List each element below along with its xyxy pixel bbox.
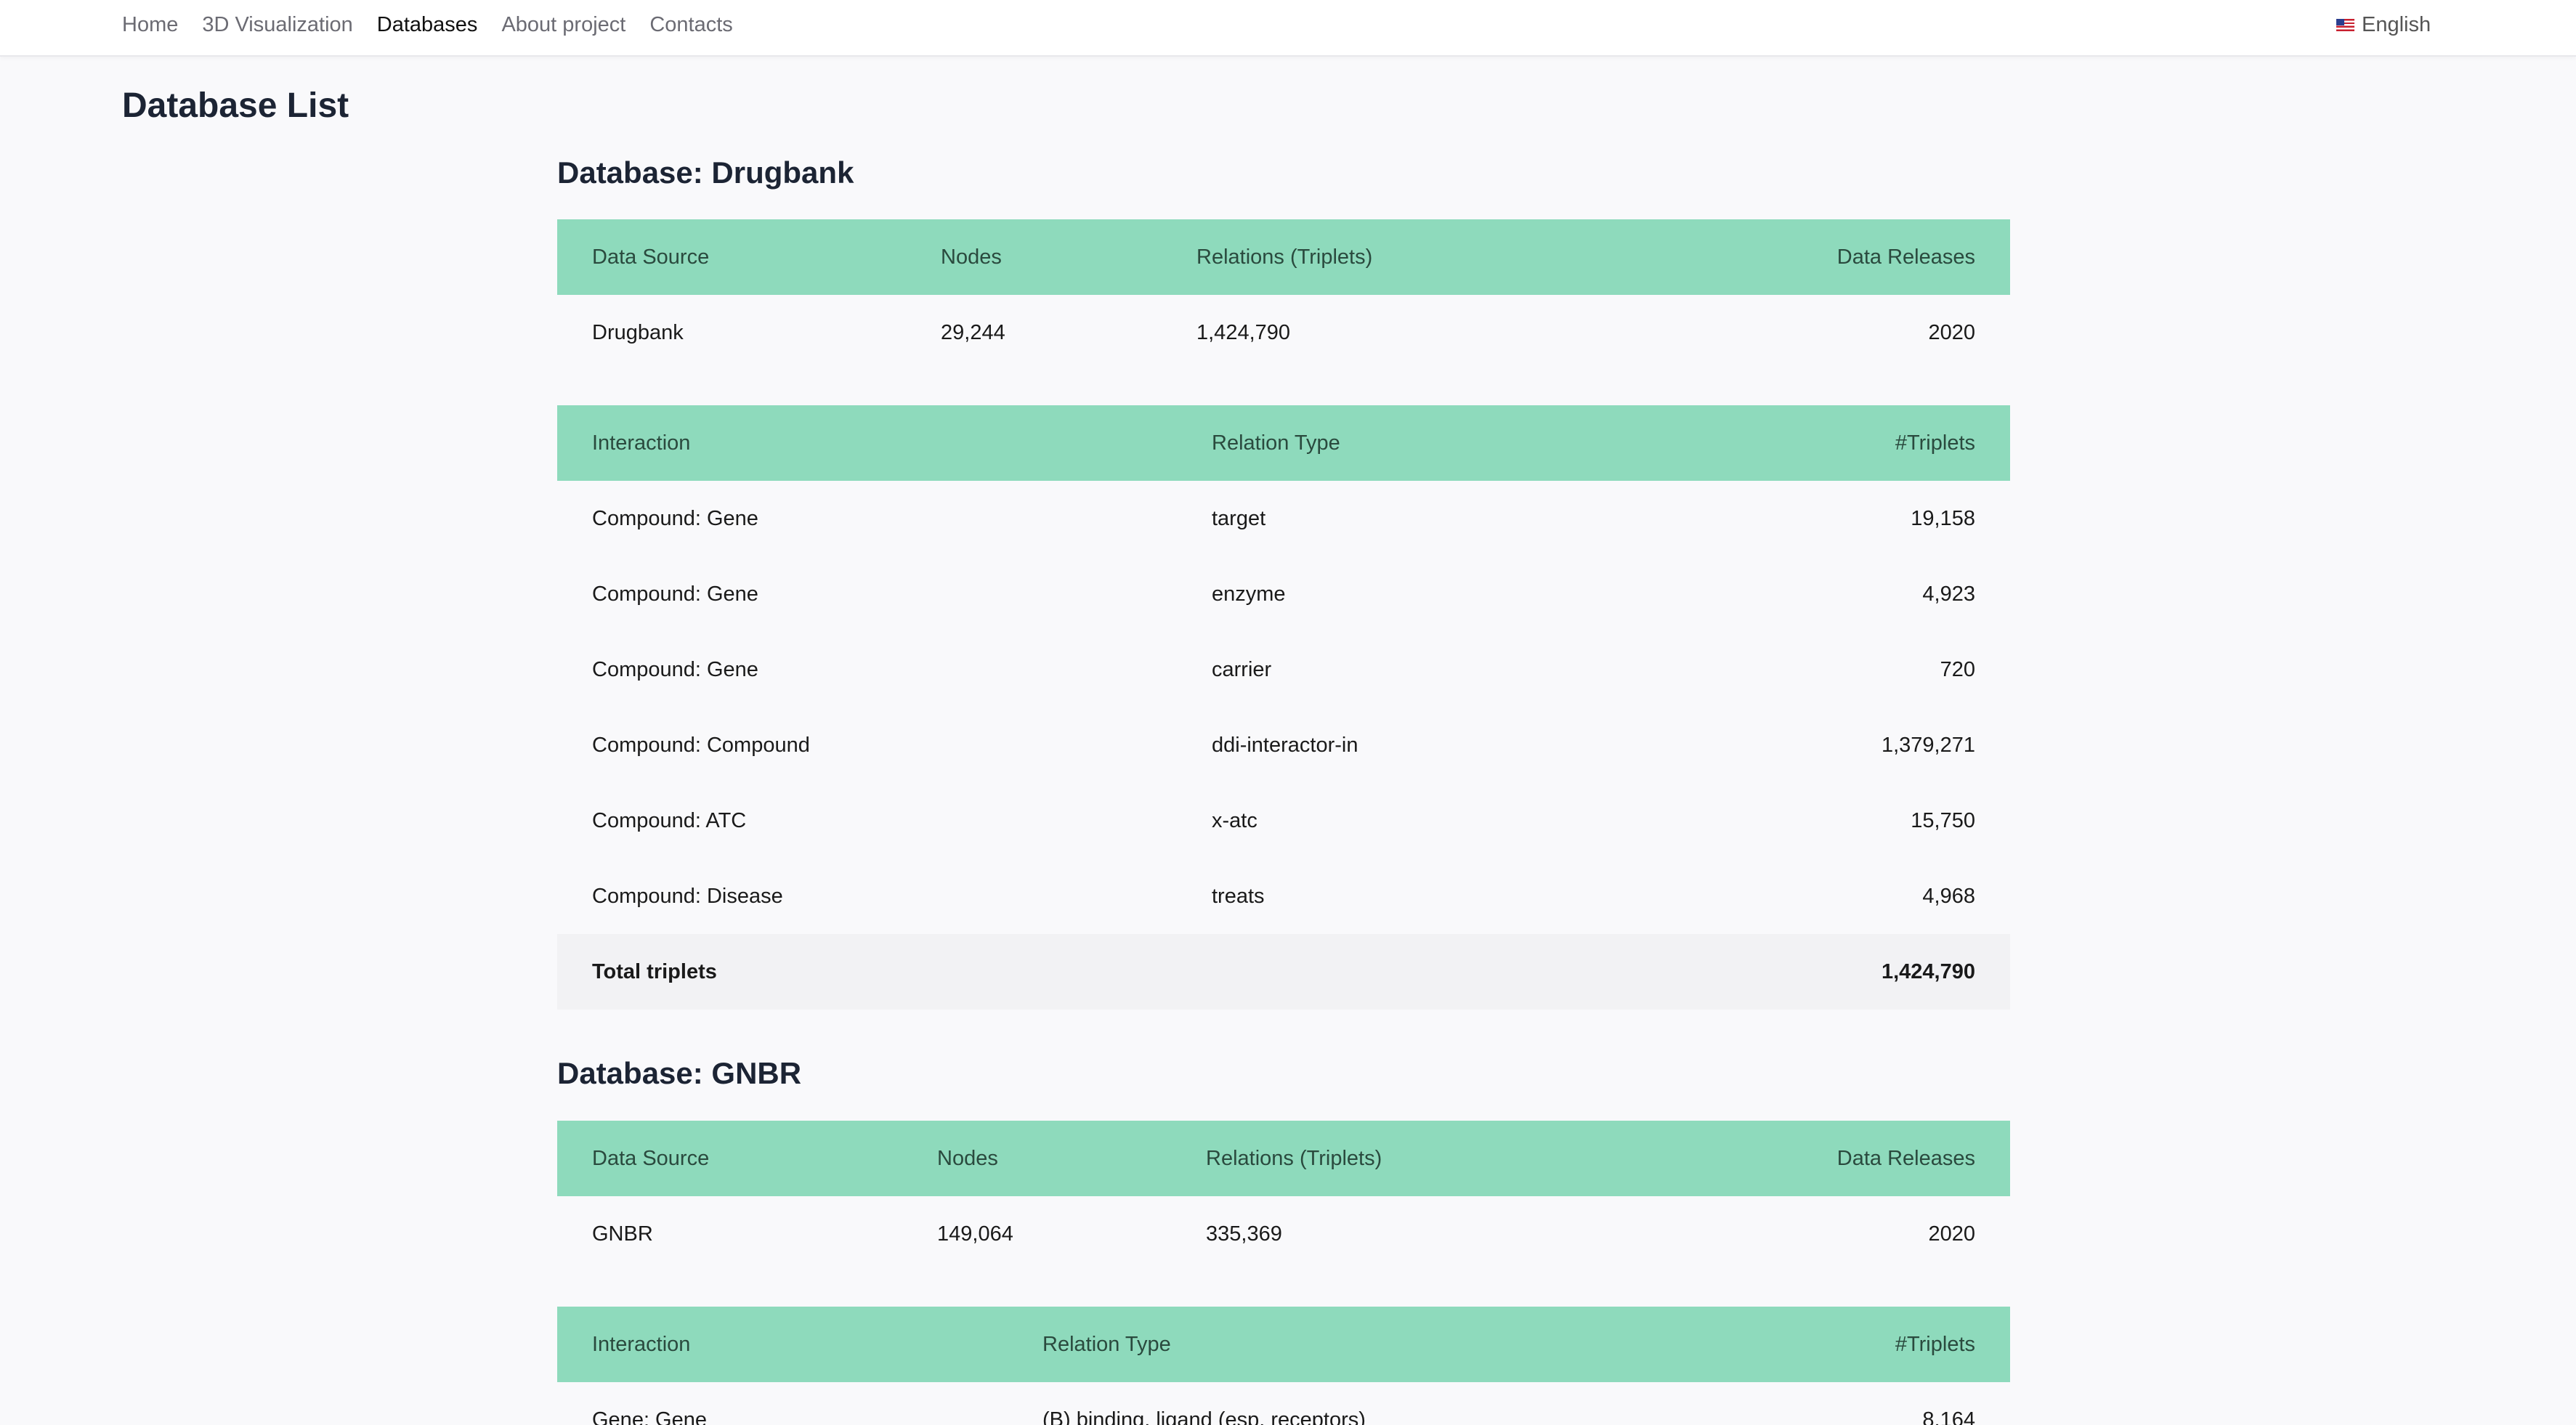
- table-cell: enzyme: [1212, 582, 1286, 606]
- nav-link-databases[interactable]: Databases: [377, 13, 478, 37]
- table-row: Compound: ATC x-atc 15,750: [557, 783, 2010, 858]
- column-header: Nodes: [902, 1121, 1171, 1196]
- column-header: Relations (Triplets): [1162, 219, 1597, 295]
- table-cell: 4,968: [1922, 884, 1975, 908]
- table-cell: 15,750: [1911, 808, 1975, 832]
- column-header: Interaction: [557, 1307, 1008, 1382]
- us-flag-icon: [2336, 18, 2354, 31]
- total-label: Total triplets: [557, 934, 1177, 1010]
- table-cell: 1,424,790: [1196, 320, 1291, 344]
- total-row: Total triplets 1,424,790: [557, 934, 2010, 1010]
- table-header-row: Data Source Nodes Relations (Triplets) D…: [557, 1121, 2010, 1196]
- table-row: GNBR 149,064 335,369 2020: [557, 1196, 2010, 1272]
- column-header: Interaction: [557, 405, 1177, 481]
- nav-link-home[interactable]: Home: [122, 13, 178, 37]
- table-cell: Compound: Compound: [592, 733, 810, 757]
- column-header: Data Releases: [1600, 1121, 2010, 1196]
- table-cell: Drugbank: [592, 320, 684, 344]
- nav-link-3d-visualization[interactable]: 3D Visualization: [202, 13, 352, 37]
- database-heading-drugbank: Database: Drugbank: [557, 155, 854, 190]
- column-header: Data Releases: [1597, 219, 2010, 295]
- table-cell: Compound: Gene: [592, 506, 758, 530]
- total-value: 1,424,790: [1598, 934, 2010, 1010]
- nav-links: Home 3D Visualization Databases About pr…: [122, 0, 757, 49]
- table-header-row: Interaction Relation Type #Triplets: [557, 1307, 2010, 1382]
- table-cell: 2020: [1928, 1222, 1975, 1246]
- table-cell: Compound: Disease: [592, 884, 783, 908]
- table-cell: Gene: Gene: [592, 1408, 707, 1425]
- gnbr-interactions-table: Interaction Relation Type #Triplets Gene…: [557, 1307, 2010, 1425]
- table-header-row: Interaction Relation Type #Triplets: [557, 405, 2010, 481]
- table-cell: 8,164: [1922, 1408, 1975, 1425]
- table-cell: 4,923: [1922, 582, 1975, 606]
- gnbr-summary-table: Data Source Nodes Relations (Triplets) D…: [557, 1121, 2010, 1272]
- table-row: Compound: Gene enzyme 4,923: [557, 556, 2010, 632]
- table-cell: 2020: [1928, 320, 1975, 344]
- table-cell: ddi-interactor-in: [1212, 733, 1358, 757]
- top-navbar: Home 3D Visualization Databases About pr…: [0, 0, 2576, 57]
- nav-link-contacts[interactable]: Contacts: [649, 13, 732, 37]
- nav-link-about-project[interactable]: About project: [501, 13, 625, 37]
- table-cell: target: [1212, 506, 1266, 530]
- page-title: Database List: [122, 86, 349, 125]
- table-header-row: Data Source Nodes Relations (Triplets) D…: [557, 219, 2010, 295]
- table-row: Gene: Gene (B) binding, ligand (esp. rec…: [557, 1382, 2010, 1425]
- table-cell: treats: [1212, 884, 1265, 908]
- column-header: Relations (Triplets): [1171, 1121, 1600, 1196]
- table-row: Compound: Gene target 19,158: [557, 481, 2010, 556]
- column-header: Data Source: [557, 219, 906, 295]
- language-label: English: [2362, 12, 2431, 36]
- column-header: #Triplets: [1647, 1307, 2010, 1382]
- table-cell: Compound: Gene: [592, 582, 758, 606]
- table-row: Compound: Disease treats 4,968: [557, 858, 2010, 934]
- drugbank-interactions-table: Interaction Relation Type #Triplets Comp…: [557, 405, 2010, 1010]
- column-header: Data Source: [557, 1121, 902, 1196]
- language-selector[interactable]: English: [2336, 0, 2431, 49]
- table-cell: 1,379,271: [1881, 733, 1975, 757]
- table-cell: (B) binding, ligand (esp. receptors): [1042, 1408, 1366, 1425]
- table-cell: Compound: ATC: [592, 808, 747, 832]
- table-row: Drugbank 29,244 1,424,790 2020: [557, 295, 2010, 370]
- table-cell: 335,369: [1206, 1222, 1282, 1246]
- column-header: #Triplets: [1598, 405, 2010, 481]
- table-cell: 29,244: [941, 320, 1005, 344]
- table-cell: [1177, 934, 1598, 1010]
- table-cell: x-atc: [1212, 808, 1257, 832]
- table-row: Compound: Gene carrier 720: [557, 632, 2010, 707]
- drugbank-summary-table: Data Source Nodes Relations (Triplets) D…: [557, 219, 2010, 370]
- table-row: Compound: Compound ddi-interactor-in 1,3…: [557, 707, 2010, 783]
- database-heading-gnbr: Database: GNBR: [557, 1056, 802, 1090]
- table-cell: carrier: [1212, 657, 1272, 681]
- table-cell: 19,158: [1911, 506, 1975, 530]
- table-cell: Compound: Gene: [592, 657, 758, 681]
- table-cell: 149,064: [937, 1222, 1013, 1246]
- column-header: Relation Type: [1008, 1307, 1647, 1382]
- column-header: Relation Type: [1177, 405, 1598, 481]
- table-cell: 720: [1940, 657, 1975, 681]
- table-cell: GNBR: [592, 1222, 653, 1246]
- column-header: Nodes: [906, 219, 1162, 295]
